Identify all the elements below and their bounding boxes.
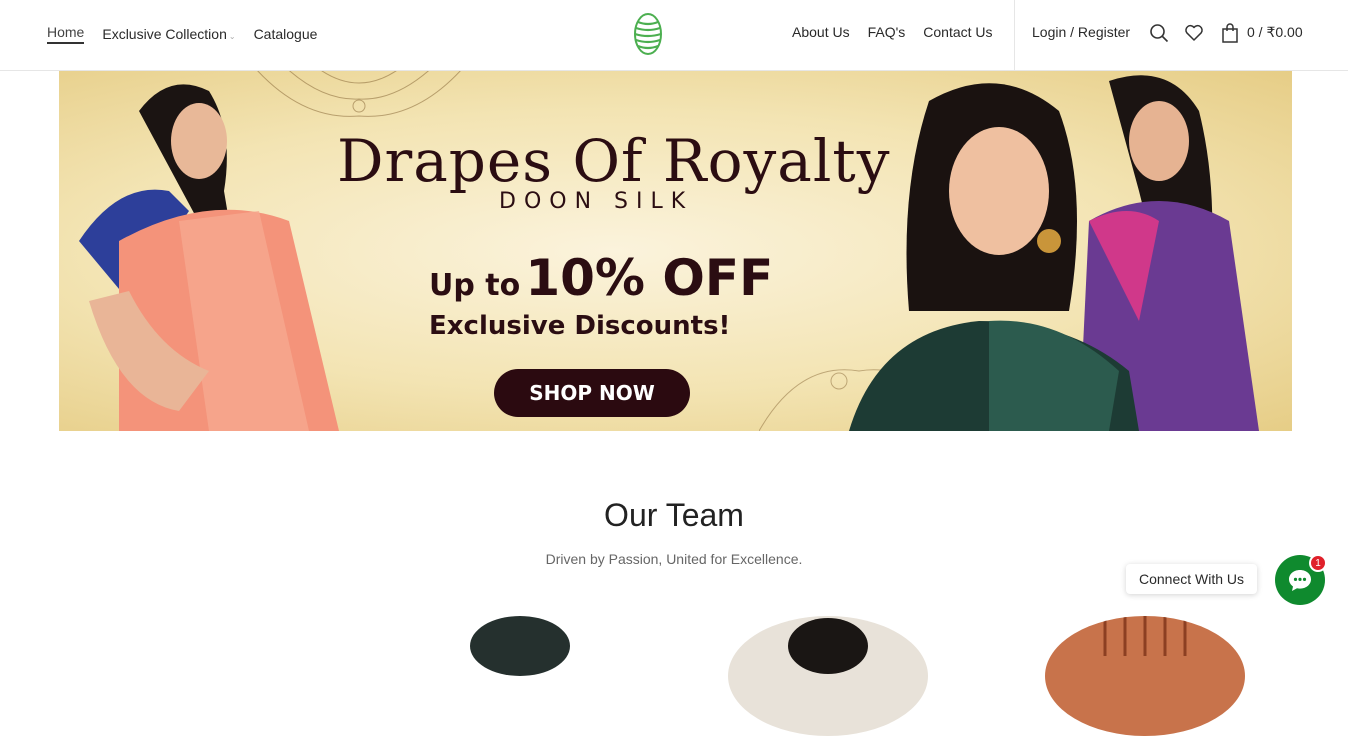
nav-exclusive-label: Exclusive Collection [102, 26, 227, 42]
nav-exclusive-collection[interactable]: Exclusive Collection ⌄ [102, 26, 235, 42]
offer-prefix: Up to [429, 268, 521, 303]
nav-home[interactable]: Home [47, 24, 85, 44]
header-divider [1014, 0, 1015, 70]
logo[interactable] [633, 12, 663, 56]
site-header: Home Exclusive Collection ⌄ Catalogue Abo… [0, 0, 1348, 71]
primary-nav-right: About Us FAQ's Contact Us [792, 24, 993, 40]
nav-contact-us[interactable]: Contact Us [923, 24, 992, 40]
primary-nav-left: Home Exclusive Collection ⌄ Catalogue [47, 24, 317, 44]
shopping-bag-icon[interactable] [1220, 23, 1240, 43]
team-member-photo[interactable] [728, 616, 928, 736]
search-icon[interactable] [1149, 23, 1169, 43]
offer-value: 10% OFF [525, 249, 774, 307]
chevron-down-icon: ⌄ [228, 32, 236, 41]
login-register-link[interactable]: Login / Register [1032, 24, 1130, 40]
banner-subtitle: DOON SILK [499, 189, 694, 214]
cart-total[interactable]: 0 / ₹0.00 [1247, 24, 1303, 41]
connect-with-us-label[interactable]: Connect With Us [1126, 564, 1258, 594]
hero-banner[interactable]: Drapes Of Royalty DOON SILK Up to 10% OF… [59, 71, 1292, 431]
notification-badge: 1 [1309, 554, 1327, 572]
heart-icon[interactable] [1184, 23, 1204, 43]
nav-catalogue[interactable]: Catalogue [254, 26, 318, 42]
chat-icon [1289, 570, 1311, 591]
shop-now-button[interactable]: SHOP NOW [494, 369, 690, 417]
team-section-title: Our Team [604, 497, 744, 533]
model-image-left [79, 84, 339, 431]
banner-title: Drapes Of Royalty [337, 127, 891, 195]
team-member-photo[interactable] [1045, 616, 1245, 736]
team-member-photo[interactable] [420, 616, 620, 736]
offer-line: Exclusive Discounts! [429, 311, 731, 341]
banner-offer: Up to 10% OFF [429, 249, 773, 307]
nav-faq[interactable]: FAQ's [868, 24, 906, 40]
model-image-right [849, 75, 1259, 431]
nav-about-us[interactable]: About Us [792, 24, 850, 40]
